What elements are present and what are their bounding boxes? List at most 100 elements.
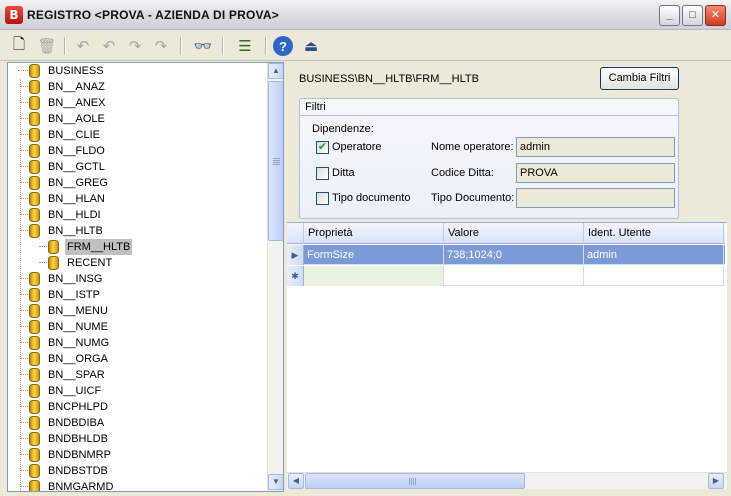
help-icon[interactable]: ? [273,36,293,56]
tree-vertical-scrollbar[interactable]: ▲ ▼ [267,63,283,491]
tipo-documento-checkbox[interactable] [316,192,329,205]
database-icon [29,224,40,238]
tree-item-label: BNDBDIBA [48,417,105,429]
filters-group: Filtri Dipendenze: ✔ Operatore Ditta Tip… [299,98,679,219]
operatore-checkbox[interactable]: ✔ [316,141,329,154]
tree-item-label: BN__ANEX [48,97,106,109]
new-cell-valore[interactable] [444,266,584,286]
maximize-button[interactable]: □ [682,5,703,26]
new-cell-proprieta[interactable] [304,266,444,286]
tipo-documento-field[interactable] [516,188,675,208]
tree-item-label: BN__GCTL [48,161,105,173]
database-icon [29,336,40,350]
new-document-icon[interactable]: 🗋 [8,35,30,57]
tree-guide-line [20,79,21,491]
redo-icon[interactable]: ↷ [124,35,146,57]
cambia-filtri-button[interactable]: Cambia Filtri [600,67,679,90]
cell-proprieta[interactable]: FormSize [304,245,444,265]
scroll-down-icon[interactable]: ▼ [268,474,283,490]
filters-title: Filtri [305,101,326,113]
column-header-ident-utente[interactable]: Ident. Utente [584,223,724,244]
table-row[interactable]: ▶ FormSize 738;1024;0 admin [287,245,725,265]
new-row[interactable]: ✱ [287,266,725,286]
details-panel: BUSINESS\BN__HLTB\FRM__HLTB Cambia Filtr… [287,62,727,492]
tree-item-label: BN__UICF [48,385,102,397]
new-cell-ident-utente[interactable] [584,266,724,286]
title-bar[interactable]: B REGISTRO <PROVA - AZIENDA DI PROVA> _ … [0,0,731,30]
grid-horizontal-scrollbar[interactable]: ◀ ▶ [287,472,727,489]
tree-item-label: BN__HLTB [48,225,103,237]
exit-door-icon[interactable]: ⏏ [300,35,322,57]
tree-item-label: BN__MENU [48,305,108,317]
scroll-right-icon[interactable]: ▶ [708,473,724,489]
database-icon [29,128,40,142]
nome-operatore-label: Nome operatore: [431,141,514,153]
tree-item-label: BN__SPAR [48,369,105,381]
tree-item-label: BNDBSTDB [48,465,108,477]
tree-item-label: BN__NUME [48,321,108,333]
database-icon [29,288,40,302]
codice-ditta-field[interactable]: PROVA [516,163,675,183]
database-icon [29,112,40,126]
database-icon [29,208,40,222]
database-icon [29,368,40,382]
database-icon [29,384,40,398]
registry-window: B REGISTRO <PROVA - AZIENDA DI PROVA> _ … [0,0,731,496]
tree-item-label: BN__HLAN [48,193,105,205]
new-row-icon: ✱ [287,266,304,286]
minimize-button[interactable]: _ [659,5,680,26]
tree-item-label: BN__HLDI [48,209,101,221]
database-icon [29,320,40,334]
row-indicator-icon: ▶ [287,245,304,265]
window-title: REGISTRO <PROVA - AZIENDA DI PROVA> [27,8,279,22]
tree-item-label: BNDBHLDB [48,433,108,445]
cell-ident-utente[interactable]: admin [584,245,724,265]
tree-item-label: BUSINESS [48,65,104,77]
registry-tree[interactable]: BUSINESS BN__ANAZ BN__ANEX BN__AOLE BN__CLI… [7,62,284,492]
undo-all-icon[interactable]: ↶ [98,35,120,57]
scrollbar-thumb[interactable] [305,473,525,489]
scroll-up-icon[interactable]: ▲ [268,63,283,79]
database-icon [29,176,40,190]
database-icon [29,448,40,462]
list-view-icon[interactable]: ☰ [230,35,260,57]
database-icon [29,80,40,94]
cancel-edit-icon[interactable]: ↷ [150,35,172,57]
column-header-valore[interactable]: Valore [444,223,584,244]
column-header-proprieta[interactable]: Proprietà [304,223,444,244]
undo-icon[interactable]: ↶ [72,35,94,57]
database-icon [29,400,40,414]
tree-item-label: BN__ISTP [48,289,100,301]
tipo-documento-field-label: Tipo Documento: [431,192,515,204]
close-button[interactable]: ✕ [705,5,726,26]
database-icon [29,352,40,366]
trash-icon[interactable]: 🗑 [36,35,58,57]
database-icon [29,464,40,478]
database-icon [29,432,40,446]
ditta-checkbox[interactable] [316,167,329,180]
tipo-documento-label: Tipo documento [332,192,411,204]
app-logo-icon: B [5,6,23,24]
nome-operatore-field[interactable]: admin [516,137,675,157]
cell-valore[interactable]: 738;1024;0 [444,245,584,265]
tree-item-label: BN__AOLE [48,113,105,125]
database-icon [29,96,40,110]
tree-item-label: FRM__HLTB [65,239,133,255]
tree-item-label: RECENT [67,257,113,269]
binoculars-icon[interactable]: 👓 [192,35,214,57]
scroll-left-icon[interactable]: ◀ [288,473,304,489]
database-icon [29,304,40,318]
operatore-label: Operatore [332,141,382,153]
dependencies-label: Dipendenze: [312,123,374,135]
database-icon [29,416,40,430]
toolbar-separator [265,37,266,55]
folder-open-icon [48,240,59,254]
toolbar: 🗋 🗑 ↶ ↶ ↷ ↷ 👓 ☰ ? ⏏ [0,31,731,61]
tree-item-label: BNDBNMRP [48,449,111,461]
tree-item-label: BN__ANAZ [48,81,105,93]
tree-item-label: BN__NUMG [48,337,110,349]
scrollbar-thumb[interactable] [268,81,283,241]
tree-item-label: BNCPHLPD [48,401,108,413]
grid-header: Proprietà Valore Ident. Utente [287,223,725,244]
properties-grid[interactable]: Proprietà Valore Ident. Utente ▶ FormSiz… [287,222,727,472]
